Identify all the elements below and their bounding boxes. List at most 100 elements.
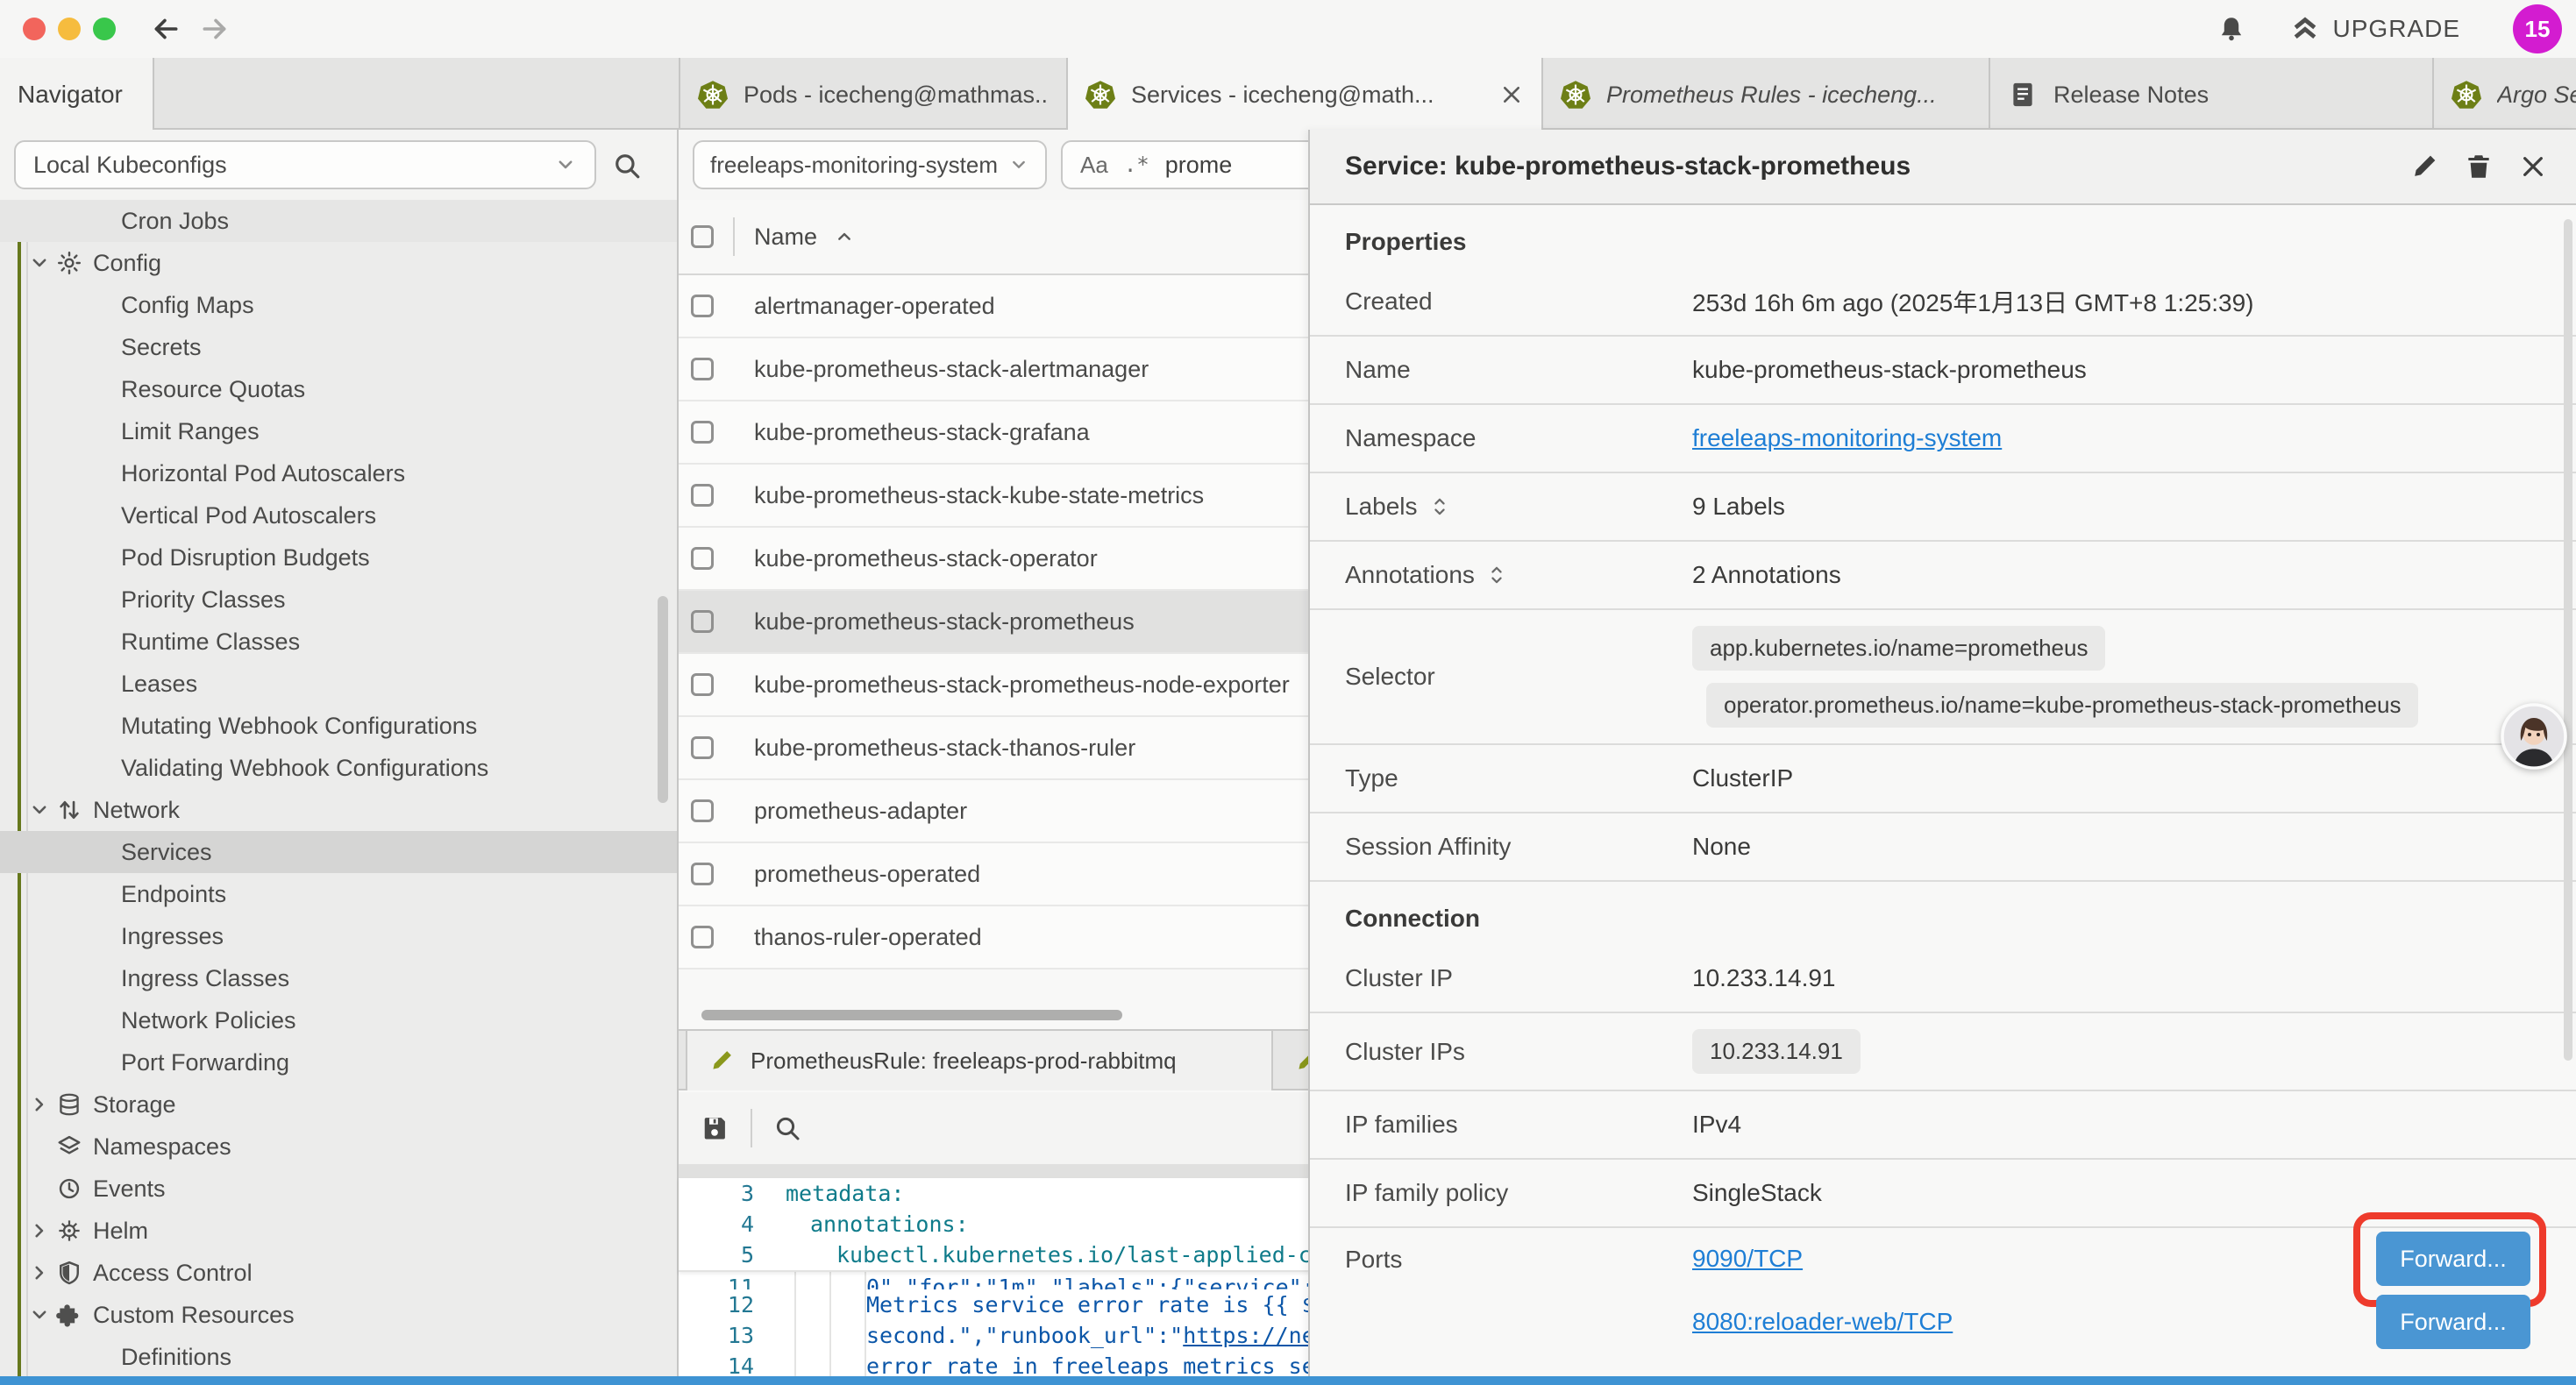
drawer-scrollbar[interactable] [2564,219,2572,1061]
upgrade-button[interactable]: UPGRADE [2291,15,2460,43]
save-icon[interactable] [700,1113,729,1143]
row-checkbox[interactable] [691,610,714,633]
sidebar-item[interactable]: Network Policies [0,999,677,1041]
name-column-header[interactable]: Name [754,224,817,251]
sidebar-item[interactable]: Cron Jobs [0,200,677,242]
close-icon[interactable] [2518,152,2548,181]
sidebar-item[interactable]: Mutating Webhook Configurations [0,705,677,747]
row-checkbox[interactable] [691,736,714,759]
port-link[interactable]: 8080:reloader-web/TCP [1692,1308,1953,1336]
row-checkbox[interactable] [691,295,714,317]
row-checkbox[interactable] [691,926,714,948]
detail-row: IP family policy SingleStack SingleStack [1310,1160,2576,1228]
sidebar-item[interactable]: Definitions [0,1336,677,1378]
editor-tab-label: PrometheusRule: freeleaps-prod-rabbitmq [751,1048,1177,1075]
regex-toggle[interactable]: .* [1124,153,1149,177]
service-name: kube-prometheus-stack-prometheus [754,608,1135,636]
forward-icon[interactable] [200,14,230,44]
row-checkbox[interactable] [691,421,714,444]
tab-close-icon[interactable] [1499,82,1524,107]
app-tab[interactable]: Prometheus Rules - icecheng... [1543,58,1990,131]
sidebar-item[interactable]: Config [0,242,677,284]
sidebar-search-icon[interactable] [612,151,642,181]
row-checkbox[interactable] [691,484,714,507]
sidebar-item[interactable]: Config Maps [0,284,677,326]
delete-trash-icon[interactable] [2464,152,2494,181]
account-badge[interactable]: 15 [2513,4,2562,53]
select-all-checkbox[interactable] [691,225,714,248]
tree-chevron-icon[interactable] [28,1093,51,1116]
app-window: UPGRADE 15 Navigator Pods - icecheng@mat… [0,0,2576,1385]
sidebar-item[interactable]: Vertical Pod Autoscalers [0,494,677,536]
forward-button[interactable]: Forward... [2376,1232,2530,1286]
notifications-bell-icon[interactable] [2217,15,2245,43]
horizontal-scrollbar[interactable] [701,1010,1122,1020]
sort-toggle-icon[interactable] [1428,495,1451,518]
port-link[interactable]: 9090/TCP [1692,1245,1803,1273]
sidebar-item[interactable]: Pod Disruption Budgets [0,536,677,579]
namespace-select[interactable]: freeleaps-monitoring-system [693,140,1047,189]
sidebar-item[interactable]: Storage [0,1083,677,1126]
sidebar-item[interactable]: Ingress Classes [0,957,677,999]
tree-chevron-icon[interactable] [28,1219,51,1242]
sidebar-item[interactable]: Services [0,831,677,873]
sidebar-item[interactable]: Secrets [0,326,677,368]
match-case-toggle[interactable]: Aa [1080,152,1108,179]
sidebar-item[interactable]: Network [0,789,677,831]
assistant-avatar[interactable] [2501,703,2567,770]
tree-item-icon [56,1218,82,1244]
sidebar-item[interactable]: Custom Resources [0,1294,677,1336]
tree-chevron-icon[interactable] [28,1261,51,1284]
row-checkbox[interactable] [691,358,714,380]
line-number: 12 [679,1289,754,1320]
titlebar: UPGRADE 15 [0,0,2576,58]
kubeconfig-select[interactable]: Local Kubeconfigs [14,140,596,189]
close-window-button[interactable] [23,18,46,40]
tree-chevron-icon[interactable] [28,252,51,274]
sidebar-item[interactable]: Limit Ranges [0,410,677,452]
sidebar-item[interactable]: Access Control [0,1252,677,1294]
tree-chevron-icon[interactable] [28,1303,51,1326]
sidebar-item[interactable]: Events [0,1168,677,1210]
sidebar-item[interactable]: Namespaces [0,1126,677,1168]
app-tab[interactable]: Services - icecheng@math... [1068,58,1543,131]
app-tab[interactable]: Pods - icecheng@mathmas... [680,58,1068,131]
row-checkbox[interactable] [691,673,714,696]
detail-row: Cluster IPs 10.233.14.91 [1310,1013,2576,1091]
sidebar-item[interactable]: Resource Quotas [0,368,677,410]
sidebar-item[interactable]: Horizontal Pod Autoscalers [0,452,677,494]
detail-label: Namespace [1345,424,1476,452]
sidebar-item[interactable]: Endpoints [0,873,677,915]
service-name: kube-prometheus-stack-alertmanager [754,356,1149,383]
editor-tab[interactable]: PrometheusRule: freeleaps-prod-rabbitmq [686,1031,1273,1090]
row-checkbox[interactable] [691,547,714,570]
detail-value: ClusterIP [1692,764,1793,792]
sidebar-item[interactable]: Ingresses [0,915,677,957]
sidebar-item[interactable]: Port Forwarding [0,1041,677,1083]
back-icon[interactable] [151,14,181,44]
sidebar-item[interactable]: Priority Classes [0,579,677,621]
detail-row: Session Affinity None None [1310,813,2576,882]
zoom-window-button[interactable] [93,18,116,40]
tree-chevron-icon[interactable] [28,799,51,821]
sidebar-scrollbar[interactable] [658,596,668,803]
sidebar-item[interactable]: Validating Webhook Configurations [0,747,677,789]
tree-item-icon [56,1260,82,1286]
edit-pencil-icon[interactable] [2409,152,2439,181]
detail-link[interactable]: freeleaps-monitoring-system [1692,424,2002,451]
sidebar-item[interactable]: Runtime Classes [0,621,677,663]
navigator-tab[interactable]: Navigator [0,58,154,131]
sidebar-item[interactable]: Helm [0,1210,677,1252]
row-checkbox[interactable] [691,799,714,822]
editor-search-icon[interactable] [773,1114,801,1142]
app-tab[interactable]: Release Notes [1990,58,2434,131]
sidebar-item[interactable]: Leases [0,663,677,705]
forward-button[interactable]: Forward... [2376,1295,2530,1349]
sort-ascending-icon[interactable] [833,225,856,248]
sidebar-item-label: Cron Jobs [121,208,229,235]
sort-toggle-icon[interactable] [1485,564,1508,586]
row-checkbox[interactable] [691,863,714,885]
app-tab[interactable]: Argo Se [2434,58,2576,131]
minimize-window-button[interactable] [58,18,81,40]
navigator-tab-label: Navigator [18,81,123,109]
